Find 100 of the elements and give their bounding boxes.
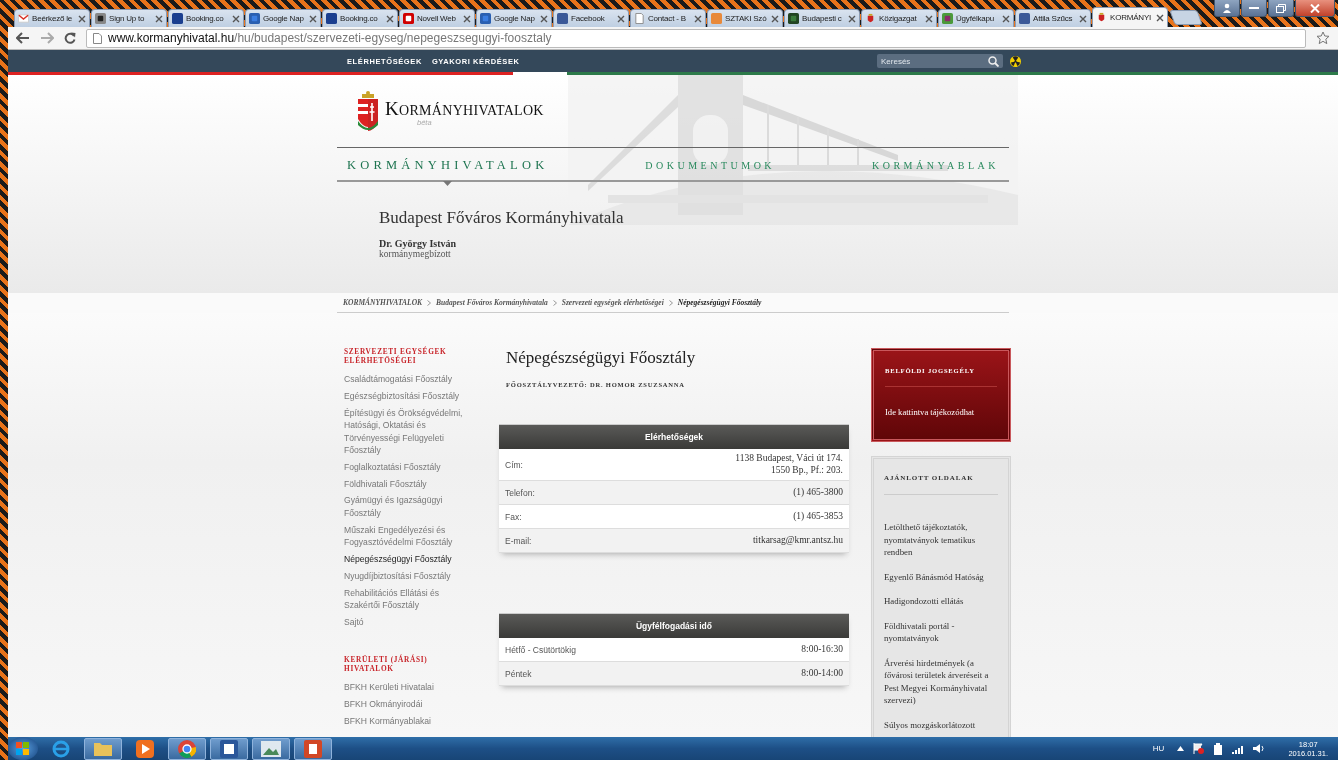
- close-icon[interactable]: [78, 14, 86, 23]
- sidebar-link[interactable]: Műszaki Engedélyezési és Fogyasztóvédelmi Főosztály: [344, 523, 473, 549]
- nav-tab[interactable]: KORMÁNYHIVATALOK: [347, 158, 549, 172]
- close-icon[interactable]: [925, 14, 933, 23]
- sidebar-link[interactable]: Gyámügyi és Igazságügyi Főosztály: [344, 494, 473, 520]
- recommended-link[interactable]: Egyenlő Bánásmód Hatóság: [884, 570, 998, 583]
- chevron-up-icon[interactable]: [1177, 746, 1185, 751]
- book-icon: [788, 13, 799, 24]
- close-icon[interactable]: [1002, 14, 1010, 23]
- close-icon[interactable]: [1079, 14, 1087, 23]
- document-icon: [220, 739, 238, 758]
- close-icon[interactable]: [771, 14, 779, 23]
- browser-tab[interactable]: Booking.co: [322, 9, 398, 27]
- close-button[interactable]: [1295, 0, 1335, 17]
- browser-tab[interactable]: Google Nap: [476, 9, 552, 27]
- browser-tab[interactable]: Budapesti c: [784, 9, 860, 27]
- language-indicator[interactable]: HU: [1152, 744, 1165, 753]
- close-icon[interactable]: [232, 14, 240, 23]
- browser-tab[interactable]: Ügyfélkapu: [938, 9, 1014, 27]
- browser-tab[interactable]: Sign Up to: [91, 9, 167, 27]
- square-icon: [326, 13, 337, 24]
- address-field[interactable]: www.kormanyhivatal.hu/hu/budapest/szervezeti-egyseg/nepegeszsegugyi-foosztaly: [86, 28, 1306, 48]
- flag-icon[interactable]: [1193, 743, 1205, 754]
- square-icon: [711, 13, 722, 24]
- restore-button[interactable]: [1268, 0, 1294, 17]
- page-icon: [93, 32, 102, 44]
- taskbar-button[interactable]: [252, 737, 290, 760]
- sidebar-link[interactable]: Nyugdíjbiztosítási Főosztály: [344, 569, 473, 583]
- chevron-icon: [552, 299, 557, 306]
- browser-tab[interactable]: Facebook: [553, 9, 629, 27]
- play-icon: [136, 739, 154, 758]
- close-icon[interactable]: [386, 14, 394, 23]
- sidebar-link[interactable]: Népegészségügyi Főosztály: [344, 553, 473, 566]
- tab-title: Facebook: [571, 14, 606, 23]
- sidebar-link[interactable]: Foglalkoztatási Főosztály: [344, 460, 473, 474]
- sidebar-link[interactable]: Sajtó: [344, 615, 473, 629]
- close-icon[interactable]: [463, 14, 471, 23]
- row-label: Hétfő - Csütörtökig: [505, 644, 576, 655]
- minimize-button[interactable]: [1241, 0, 1267, 17]
- globe-icon: [51, 739, 71, 758]
- browser-tab[interactable]: Novell Web: [399, 9, 475, 27]
- sidebar-link[interactable]: Építésügyi és Örökségvédelmi, Hatósági, Oktatási és Törvényességi Felügyeleti Főosztály: [344, 406, 473, 457]
- row-label: Cím:: [505, 459, 523, 470]
- close-icon[interactable]: [309, 14, 317, 23]
- row-label: Fax:: [505, 511, 522, 522]
- signal-icon[interactable]: [1232, 743, 1245, 754]
- tab-title: SZTAKI Szó: [725, 14, 768, 23]
- recommended-link[interactable]: Hadigondozotti ellátás: [884, 595, 998, 608]
- speaker-icon[interactable]: [1253, 743, 1266, 754]
- promo-link[interactable]: Ide kattintva tájékozódhat: [885, 407, 997, 417]
- sidebar-link[interactable]: Földhivatali Főosztály: [344, 477, 473, 491]
- close-icon[interactable]: [1156, 13, 1164, 22]
- browser-tab[interactable]: KORMÁNYI: [1092, 7, 1168, 27]
- radiation-icon[interactable]: [1010, 55, 1021, 67]
- user-button[interactable]: [1214, 0, 1240, 17]
- restore-icon: [1276, 3, 1286, 13]
- back-icon[interactable]: [16, 32, 30, 44]
- close-icon[interactable]: [848, 14, 856, 23]
- close-icon[interactable]: [694, 14, 702, 23]
- start-button[interactable]: [8, 737, 38, 760]
- square-icon: [557, 13, 568, 24]
- tab-title: Novell Web: [417, 14, 457, 23]
- recommended-link[interactable]: Árverési hirdetmények (a fővárosi területek árveréseit a Pest Megyei Kormányhivatal szervezi): [884, 656, 998, 707]
- taskbar-button[interactable]: [168, 737, 206, 760]
- user-icon: [1222, 3, 1232, 13]
- taskbar-button[interactable]: [294, 737, 332, 760]
- close-icon[interactable]: [540, 14, 548, 23]
- nav-tab[interactable]: KORMÁNYABLAK: [872, 160, 999, 171]
- search-field[interactable]: Keresés: [877, 54, 1003, 68]
- tab-title: Sign Up to: [109, 14, 146, 23]
- sidebar-link[interactable]: Rehabilitációs Ellátási és Szakértői Főosztály: [344, 586, 473, 612]
- search-icon[interactable]: [988, 55, 999, 67]
- browser-tab[interactable]: Contact - B: [630, 9, 706, 27]
- taskbar-button[interactable]: [210, 737, 248, 760]
- sidebar-link[interactable]: Egészségbiztosítási Főosztály: [344, 389, 473, 403]
- folder-icon: [93, 740, 113, 757]
- row-value: titkarsag@kmr.antsz.hu: [753, 534, 843, 547]
- recommended-link[interactable]: Letölthető tájékoztatók, nyomtatványok tematikus rendben: [884, 521, 998, 559]
- close-icon[interactable]: [617, 14, 625, 23]
- star-icon[interactable]: [1316, 31, 1330, 45]
- sidebar-link[interactable]: Családtámogatási Főosztály: [344, 373, 473, 386]
- reload-icon[interactable]: [64, 32, 76, 44]
- recommended-link[interactable]: Földhivatali portál - nyomtatványok: [884, 619, 998, 645]
- browser-tab[interactable]: Közigazgat: [861, 9, 937, 27]
- recommended-link[interactable]: Súlyos mozgáskorlátozott: [884, 718, 998, 731]
- sidebar-link[interactable]: BFKH Kerületi Hivatalai: [344, 681, 473, 694]
- browser-tab[interactable]: Booking.co: [168, 9, 244, 27]
- tab-title: Budapesti c: [802, 14, 843, 23]
- browser-tab[interactable]: Beérkező le: [14, 9, 90, 27]
- sidebar-link[interactable]: BFKH Okmányirodái: [344, 698, 473, 711]
- browser-tab[interactable]: SZTAKI Szó: [707, 9, 783, 27]
- site-logo-text[interactable]: KORMÁNYHIVATALOK: [385, 97, 544, 120]
- new-tab-button[interactable]: [1169, 10, 1203, 25]
- close-icon[interactable]: [155, 14, 163, 23]
- row-label: E-mail:: [505, 535, 532, 546]
- browser-tab[interactable]: Google Nap: [245, 9, 321, 27]
- sidebar-link[interactable]: BFKH Kormányablakai: [344, 715, 473, 728]
- nav-tab[interactable]: DOKUMENTUMOK: [645, 160, 776, 171]
- head-role: kormánymegbízott: [379, 249, 452, 259]
- browser-tab[interactable]: Attila Szűcs: [1015, 9, 1091, 27]
